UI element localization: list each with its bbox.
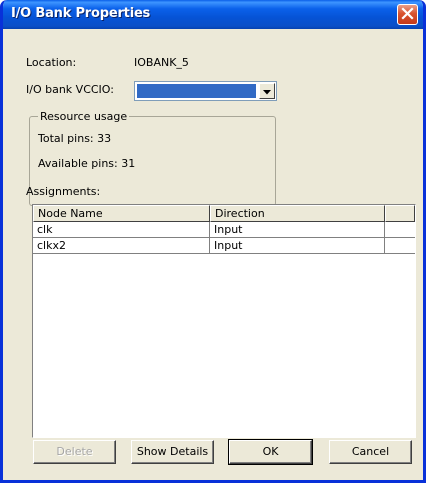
vccio-dropdown[interactable] [134,81,277,101]
table-row[interactable]: clkx2 Input [33,238,415,254]
close-button[interactable] [397,4,418,25]
show-details-button[interactable]: Show Details [131,440,214,464]
cancel-button[interactable]: Cancel [329,440,412,464]
location-value: IOBANK_5 [134,56,189,69]
column-header-empty[interactable] [385,205,415,222]
direction-cell: Input [210,222,385,238]
node-name-cell: clkx2 [33,238,210,254]
ok-button[interactable]: OK [228,439,313,465]
close-icon [401,6,414,23]
direction-cell: Input [210,238,385,254]
table-row[interactable]: clk Input [33,222,415,238]
dialog-content: Location: IOBANK_5 I/O bank VCCIO: Resou… [3,29,423,480]
empty-cell [385,222,415,238]
dialog-window: I/O Bank Properties Location: IOBANK_5 I… [0,0,426,483]
resource-usage-title: Resource usage [38,110,130,123]
vccio-label: I/O bank VCCIO: [26,83,114,96]
location-label: Location: [26,56,77,69]
empty-cell [385,238,415,254]
total-pins-text: Total pins: 33 [38,132,112,145]
vccio-dropdown-button[interactable] [259,83,275,99]
vccio-selected-value[interactable] [137,84,256,98]
chevron-down-icon [263,85,271,98]
title-bar[interactable]: I/O Bank Properties [3,0,423,29]
available-pins-text: Available pins: 31 [38,157,136,170]
assignments-label: Assignments: [26,185,101,198]
node-name-cell: clk [33,222,210,238]
window-title: I/O Bank Properties [11,6,151,21]
column-header-node-name[interactable]: Node Name [33,205,210,222]
assignments-table: Node Name Direction clk Input clkx2 Inpu… [32,204,416,438]
column-header-direction[interactable]: Direction [210,205,385,222]
delete-button[interactable]: Delete [33,440,116,464]
